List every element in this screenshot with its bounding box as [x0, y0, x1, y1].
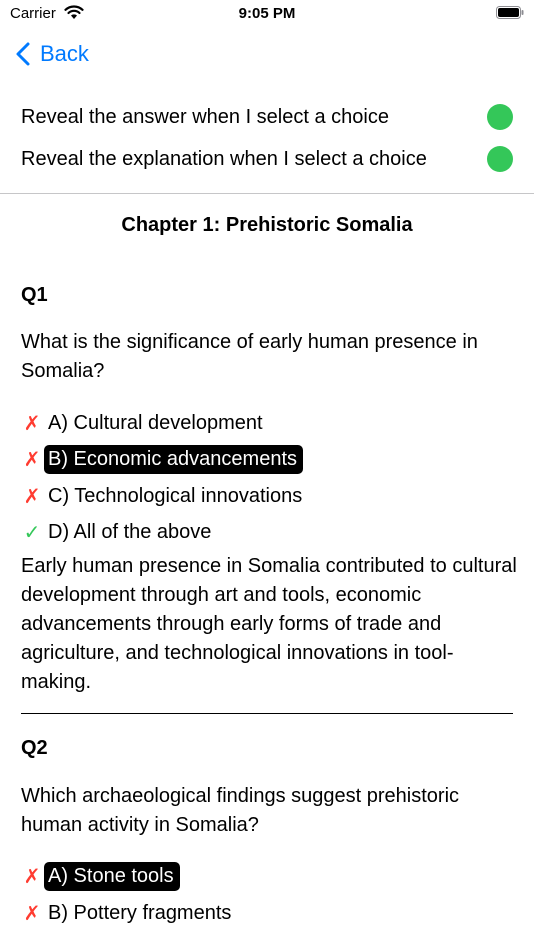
choice-item[interactable]: ✗ C) Technological innovations	[21, 479, 308, 513]
back-label: Back	[40, 41, 89, 66]
choice-text: A) Cultural development	[48, 411, 263, 434]
status-time: 9:05 PM	[238, 5, 296, 22]
reveal-answer-setting[interactable]: Reveal the answer when I select a choice	[21, 100, 513, 134]
choice-text: A) Stone tools	[44, 861, 180, 891]
choice-item[interactable]: ✗ A) Cultural development	[21, 406, 269, 440]
settings-divider	[0, 193, 534, 194]
reveal-explanation-indicator[interactable]	[487, 146, 513, 172]
cross-icon: ✗	[23, 448, 41, 471]
checkmark-icon: ✓	[23, 521, 41, 544]
question-text: Which archaeological findings suggest pr…	[21, 785, 460, 836]
status-bar: Carrier 9:05 PM	[0, 0, 534, 30]
question-divider	[21, 713, 513, 714]
chevron-left-icon	[16, 42, 30, 66]
choice-item-selected[interactable]: ✗ A) Stone tools	[21, 859, 180, 893]
choice-item-correct[interactable]: ✓ D) All of the above	[21, 515, 217, 549]
explanation-text: Early human presence in Somalia contribu…	[21, 555, 517, 693]
reveal-explanation-label: Reveal the explanation when I select a c…	[21, 147, 427, 170]
choice-text: B) Pottery fragments	[48, 901, 232, 924]
reveal-answer-indicator[interactable]	[487, 104, 513, 130]
cross-icon: ✗	[23, 902, 41, 925]
choice-item[interactable]: ✗ B) Pottery fragments	[21, 896, 237, 930]
reveal-explanation-setting[interactable]: Reveal the explanation when I select a c…	[21, 142, 513, 176]
chapter-title: Chapter 1: Prehistoric Somalia	[121, 214, 413, 236]
back-button[interactable]: Back	[14, 36, 89, 72]
choice-text: D) All of the above	[48, 520, 212, 543]
cross-icon: ✗	[23, 485, 41, 508]
cross-icon: ✗	[23, 412, 41, 435]
question-label: Q2	[21, 737, 48, 759]
battery-icon	[496, 6, 524, 19]
reveal-answer-label: Reveal the answer when I select a choice	[21, 105, 389, 128]
cross-icon: ✗	[23, 865, 41, 888]
question-label: Q1	[21, 284, 48, 306]
choice-text: C) Technological innovations	[48, 484, 303, 507]
question-text: What is the significance of early human …	[21, 331, 478, 382]
choice-item-selected[interactable]: ✗ B) Economic advancements	[21, 442, 304, 476]
choice-text: B) Economic advancements	[44, 444, 304, 474]
